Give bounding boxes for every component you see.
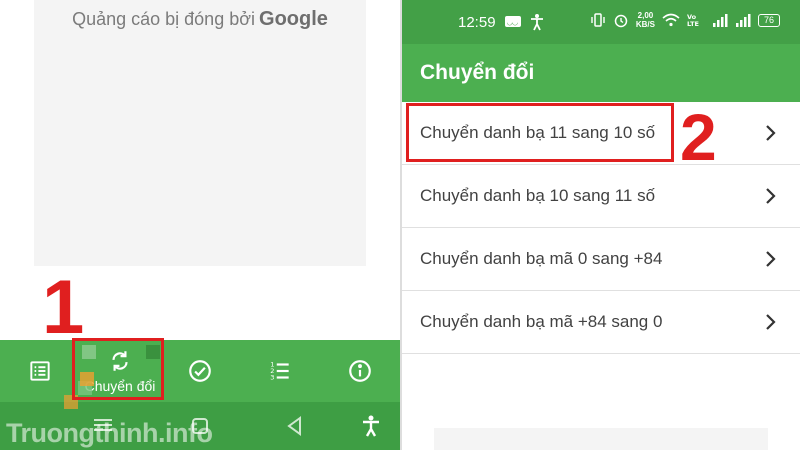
ad-closed-text: Quảng cáo bị đóng bởi Google (34, 8, 366, 31)
list-item-label: Chuyển danh bạ mã 0 sang +84 (420, 249, 663, 268)
step-marker-1: 1 (42, 265, 85, 350)
nav-item-info[interactable] (320, 340, 400, 402)
network-speed: 2,00 KB/S (636, 11, 655, 29)
nav-item-check[interactable] (160, 340, 240, 402)
chevron-right-icon (766, 188, 776, 204)
battery-indicator: 76 (758, 13, 780, 27)
highlight-box-convert-tab (72, 338, 164, 400)
ad-banner-bottom (434, 428, 768, 450)
chevron-right-icon (766, 251, 776, 267)
nav-item-numbered-list[interactable]: 1 2 3 (240, 340, 320, 402)
accessibility-status-icon (531, 14, 543, 31)
signal-2-icon (736, 14, 751, 27)
tutorial-screenshot: Quảng cáo bị đóng bởi Google Chuyển đổi … (0, 0, 800, 450)
check-circle-icon (189, 360, 211, 382)
accessibility-icon[interactable] (360, 414, 382, 438)
notification-icon: ◡◡ (505, 16, 521, 27)
info-icon (349, 360, 371, 382)
ad-closed-label: Quảng cáo bị đóng bởi (72, 9, 256, 29)
status-icons: 2,00 KB/S Vo LTE 76 (590, 11, 780, 29)
list-icon (30, 361, 50, 381)
app-bar: Chuyển đổi (402, 44, 800, 102)
volte-icon: Vo LTE (687, 13, 699, 28)
list-item-label: Chuyển danh bạ mã +84 sang 0 (420, 312, 663, 331)
signal-icon (713, 14, 728, 27)
back-icon[interactable] (284, 414, 306, 438)
ad-banner: Quảng cáo bị đóng bởi Google (34, 0, 366, 266)
list-item-0-to-84[interactable]: Chuyển danh bạ mã 0 sang +84 (402, 228, 800, 291)
chevron-right-icon (766, 314, 776, 330)
list-item-10-to-11[interactable]: Chuyển danh bạ 10 sang 11 số (402, 165, 800, 228)
right-phone-screen: 12:59 ◡◡ 2,00 KB/S Vo LTE 76 Chuyển đổi … (400, 0, 800, 450)
page-title: Chuyển đổi (420, 61, 535, 84)
numbered-list-icon: 1 2 3 (270, 361, 289, 382)
vibrate-icon (591, 13, 605, 27)
network-speed-value: 2,00 (637, 11, 654, 20)
wifi-icon (662, 13, 680, 27)
step-marker-2: 2 (680, 100, 717, 174)
left-phone-screen: Quảng cáo bị đóng bởi Google Chuyển đổi … (0, 0, 400, 450)
google-wordmark: Google (259, 8, 328, 30)
svg-text:◡◡: ◡◡ (507, 19, 518, 27)
status-time: 12:59 (458, 14, 496, 31)
network-speed-unit: KB/S (635, 20, 655, 29)
highlight-box-11-to-10 (406, 103, 674, 162)
svg-text:LTE: LTE (687, 20, 699, 28)
svg-text:3: 3 (270, 374, 274, 382)
watermark-text: Truongthinh.info (6, 418, 213, 448)
list-item-84-to-0[interactable]: Chuyển danh bạ mã +84 sang 0 (402, 291, 800, 354)
list-item-label: Chuyển danh bạ 10 sang 11 số (420, 186, 656, 205)
status-bar: 12:59 ◡◡ 2,00 KB/S Vo LTE 76 (402, 0, 800, 44)
chevron-right-icon (766, 125, 776, 141)
alarm-icon (614, 14, 628, 28)
